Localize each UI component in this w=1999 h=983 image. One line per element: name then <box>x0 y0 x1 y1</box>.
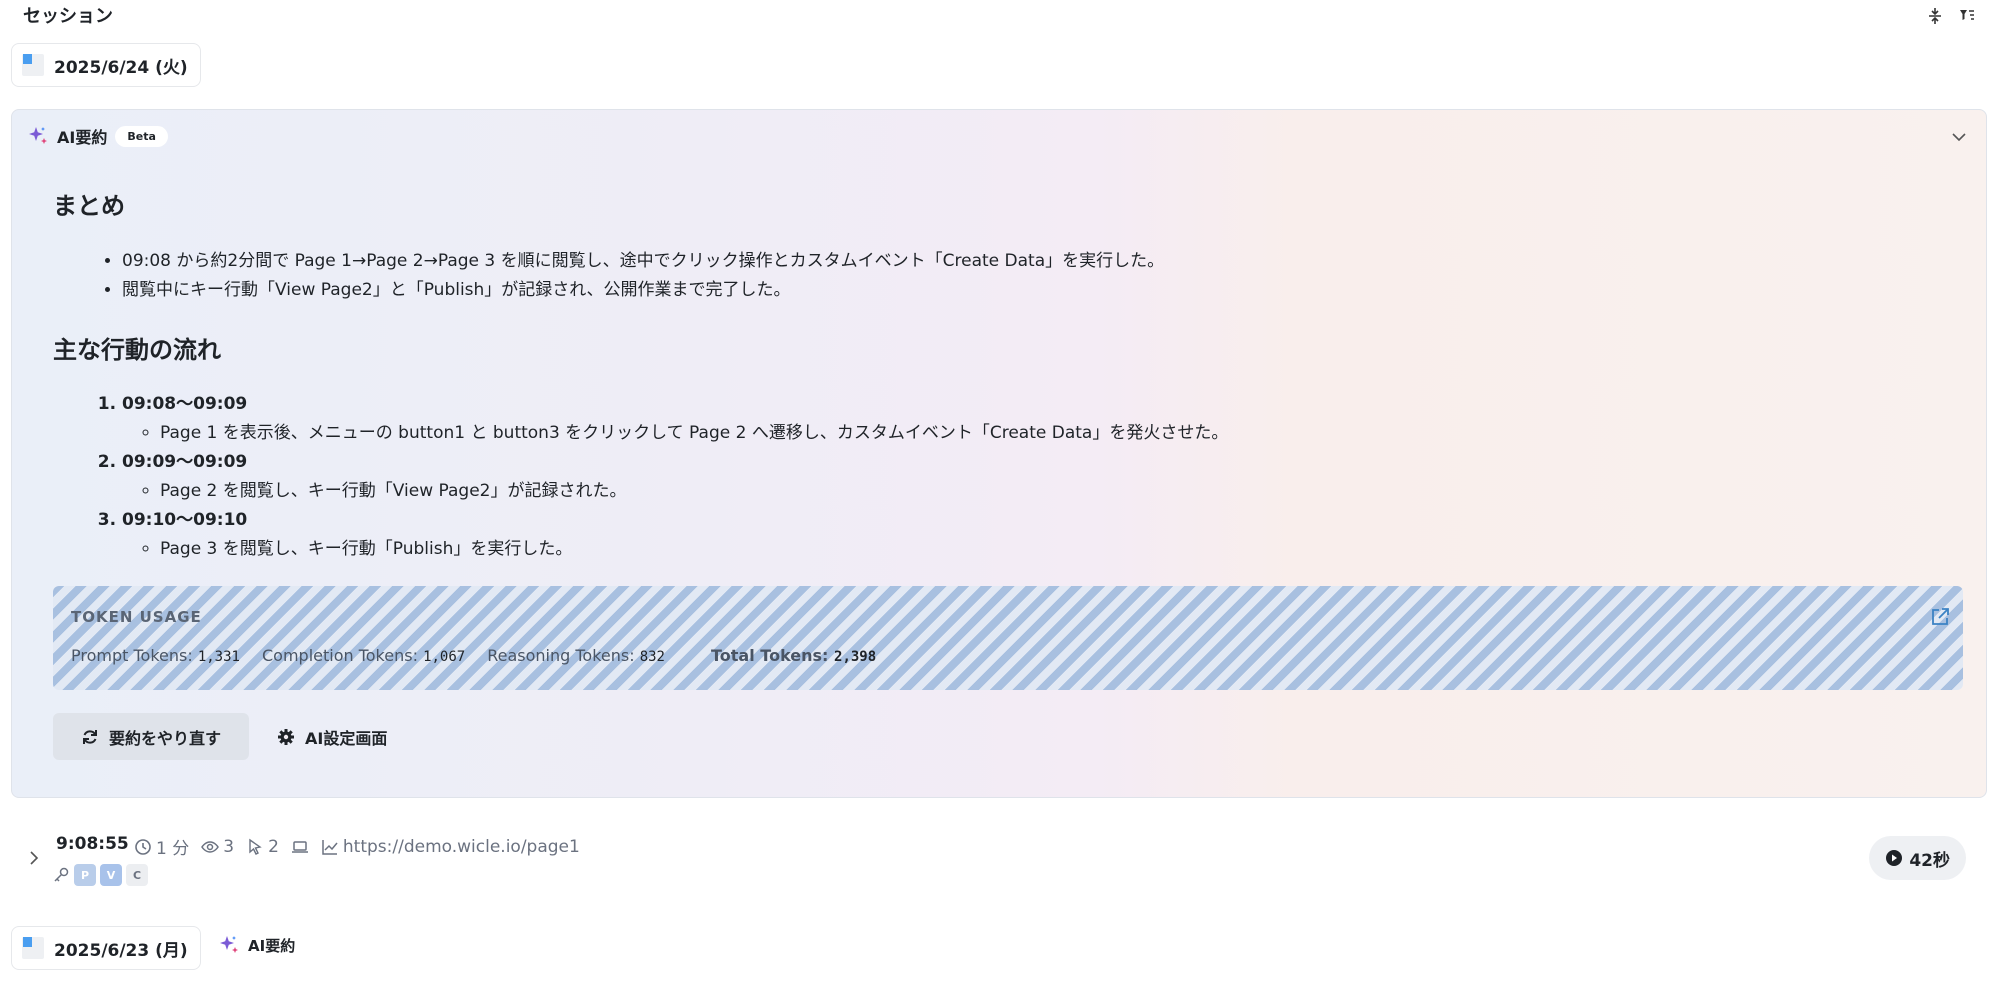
beta-badge: Beta <box>115 125 168 147</box>
ai-summary-header[interactable]: AI要約 Beta <box>27 124 168 148</box>
date-label: 2025/6/23 (月) <box>54 940 188 961</box>
flow-step-time: 09:09〜09:09 <box>122 452 248 472</box>
external-link-icon[interactable] <box>1929 606 1951 628</box>
ai-summary-panel: AI要約 Beta まとめ 09:08 から約2分間で Page 1→Page … <box>11 109 1987 798</box>
flow-step-time: 09:10〜09:10 <box>122 510 248 530</box>
key-icon <box>54 867 69 882</box>
badge-v: V <box>100 864 122 886</box>
session-row[interactable]: 9:08:55 1 分 3 2 https://demo.wicle.io/pa… <box>0 820 1999 900</box>
session-meta: 1 分 3 2 https://demo.wicle.io/page1 <box>134 834 586 859</box>
summary-item: 閲覧中にキー行動「View Page2」と「Publish」が記録され、公開作業… <box>122 276 1922 305</box>
clock-icon <box>135 838 151 855</box>
session-duration: 1 分 <box>156 839 190 859</box>
session-time: 9:08:55 <box>56 834 129 854</box>
token-usage-label: TOKEN USAGE <box>71 608 202 626</box>
play-icon <box>1886 850 1903 866</box>
token-usage-row: Prompt Tokens: 1,331 Completion Tokens: … <box>71 646 898 665</box>
summary-item: 09:08 から約2分間で Page 1→Page 2→Page 3 を順に閲覧… <box>122 247 1922 276</box>
date-label: 2025/6/24 (火) <box>54 57 188 78</box>
summary-heading: まとめ <box>53 192 125 220</box>
badge-c: C <box>126 864 148 886</box>
session-clicks: 2 <box>268 836 279 857</box>
play-duration: 42秒 <box>1909 850 1950 871</box>
flow-heading: 主な行動の流れ <box>53 336 221 364</box>
ai-summary-link[interactable]: AI要約 <box>218 934 295 956</box>
flow-step: 09:08〜09:09 Page 1 を表示後、メニューの button1 と … <box>122 390 1922 448</box>
summary-list: 09:08 から約2分間で Page 1→Page 2→Page 3 を順に閲覧… <box>78 247 1922 305</box>
reasoning-tokens: Reasoning Tokens: 832 <box>487 646 665 665</box>
page-title: セッション <box>23 6 113 27</box>
token-usage-box: TOKEN USAGE Prompt Tokens: 1,331 Complet… <box>53 586 1963 690</box>
sparkle-icon <box>29 127 47 144</box>
total-tokens: Total Tokens: 2,398 <box>711 646 877 665</box>
flow-step-time: 09:08〜09:09 <box>122 394 248 414</box>
refresh-icon <box>82 729 97 744</box>
chevron-right-icon[interactable] <box>26 850 42 866</box>
flow-list: 09:08〜09:09 Page 1 を表示後、メニューの button1 と … <box>78 390 1922 564</box>
session-url[interactable]: https://demo.wicle.io/page1 <box>343 837 580 857</box>
flow-step-detail: Page 1 を表示後、メニューの button1 と button3 をクリッ… <box>160 419 1922 448</box>
prompt-tokens: Prompt Tokens: 1,331 <box>71 646 240 665</box>
flow-step: 09:09〜09:09 Page 2 を閲覧し、キー行動「View Page2」… <box>122 448 1922 506</box>
play-button[interactable]: 42秒 <box>1869 836 1966 880</box>
date-header-2[interactable]: 2025/6/23 (月) <box>11 926 201 970</box>
date-header-1[interactable]: 2025/6/24 (火) <box>11 43 201 87</box>
calendar-icon <box>22 937 44 959</box>
ai-link-label: AI要約 <box>248 936 296 955</box>
redo-label: 要約をやり直す <box>108 728 221 748</box>
flow-step-detail: Page 3 を閲覧し、キー行動「Publish」を実行した。 <box>160 535 1922 564</box>
eye-icon <box>201 840 220 853</box>
session-badges: P V C <box>52 864 148 886</box>
laptop-icon <box>291 840 308 853</box>
gear-icon <box>278 728 294 745</box>
chart-line-icon <box>322 839 338 855</box>
chevron-down-icon[interactable] <box>1950 128 1968 146</box>
sparkle-icon <box>220 936 238 953</box>
filter-sort-icon[interactable] <box>1957 6 1977 26</box>
ai-summary-title: AI要約 <box>57 128 108 147</box>
completion-tokens: Completion Tokens: 1,067 <box>261 646 466 665</box>
ai-settings-button[interactable]: AI設定画面 <box>277 713 387 760</box>
collapse-all-icon[interactable] <box>1925 6 1945 26</box>
redo-summary-button[interactable]: 要約をやり直す <box>53 713 249 760</box>
session-views: 3 <box>223 836 235 857</box>
settings-label: AI設定画面 <box>305 728 388 748</box>
calendar-icon <box>22 54 44 76</box>
flow-step: 09:10〜09:10 Page 3 を閲覧し、キー行動「Publish」を実行… <box>122 506 1922 564</box>
flow-step-detail: Page 2 を閲覧し、キー行動「View Page2」が記録された。 <box>160 477 1922 506</box>
badge-p: P <box>74 864 96 886</box>
cursor-icon <box>249 838 262 855</box>
